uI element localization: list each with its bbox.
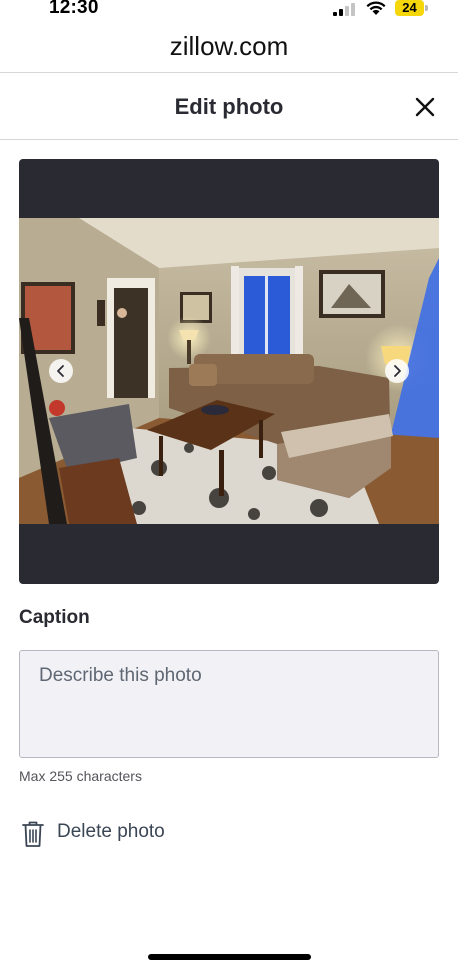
page-title: Edit photo	[174, 94, 284, 119]
status-bar: 12:30 24	[0, 0, 458, 22]
signal-icon	[333, 3, 355, 16]
previous-photo-button[interactable]	[49, 359, 73, 383]
next-photo-button[interactable]	[385, 359, 409, 383]
close-icon[interactable]	[408, 90, 442, 124]
caption-input[interactable]	[19, 650, 439, 758]
delete-photo-button[interactable]: Delete photo	[19, 817, 199, 851]
living-room-photo	[19, 218, 439, 524]
url-text[interactable]: zillow.com	[0, 31, 458, 62]
delete-photo-label[interactable]: Delete photo	[57, 821, 165, 843]
battery-tip	[425, 5, 428, 11]
battery-icon: 24	[395, 0, 429, 16]
trash-icon[interactable]	[21, 820, 45, 848]
browser-url-bar[interactable]: zillow.com	[0, 22, 458, 73]
wifi-icon	[366, 1, 386, 15]
photo-viewer	[19, 159, 439, 584]
chevron-left-icon[interactable]	[49, 359, 73, 383]
caption-character-limit: Max 255 characters	[19, 768, 142, 784]
edit-photo-header: Edit photo	[0, 74, 458, 140]
status-time: 12:30	[49, 0, 99, 18]
battery-level: 24	[402, 0, 417, 15]
caption-label: Caption	[19, 607, 90, 628]
close-button[interactable]	[408, 90, 442, 124]
home-indicator	[148, 954, 311, 960]
chevron-right-icon[interactable]	[385, 359, 409, 383]
